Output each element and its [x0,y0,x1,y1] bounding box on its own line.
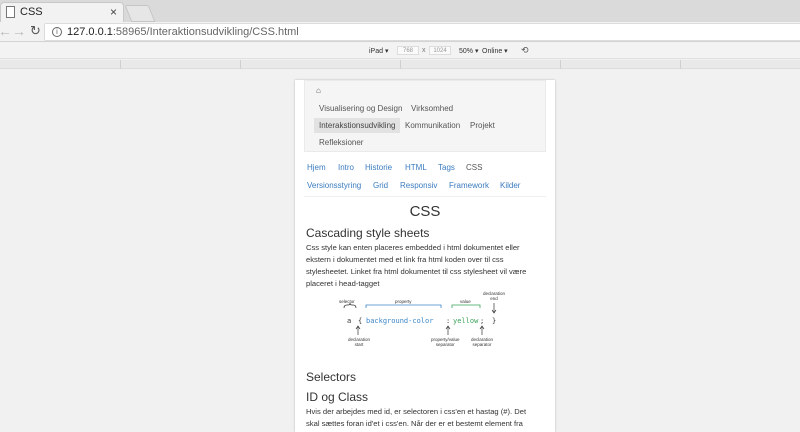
heading-id-class: ID og Class [306,390,369,404]
nav-item-visualisering[interactable]: Visualisering og Design [319,104,402,113]
paragraph-id-class: Hvis der arbejdes med id, er selectoren … [306,407,527,428]
forward-arrow-icon[interactable]: → [12,23,26,39]
diagram-lines [343,302,497,335]
code-selector: a [347,317,352,325]
device-viewport: ⌂ Visualisering og Design Virksomhed Int… [295,80,555,432]
sub-nav-grid[interactable]: Grid [373,181,388,190]
code-colon: : [446,317,451,325]
value-label: value [460,299,471,304]
viewport-height-input[interactable]: 1024 [429,46,451,55]
property-label: property [395,299,412,304]
network-throttle-select[interactable]: Online ▾ [482,47,508,55]
address-toolbar: ← → ↻ i 127.0.0.1:58965/Interaktionsudvi… [0,22,800,42]
sub-nav-intro[interactable]: Intro [338,163,354,172]
nav-item-interaktionsudvikling[interactable]: Interakstionsudvikling [314,118,401,133]
device-toolbar: iPad ▾ 768 x 1024 50% ▾ Online ▾ ⟲ [0,43,800,59]
back-arrow-icon[interactable]: ← [0,23,12,39]
declaration-end-label: declaration end [483,291,506,301]
sub-nav-versionsstyring[interactable]: Versionsstyring [307,181,361,190]
sub-nav-tags[interactable]: Tags [438,163,455,172]
browser-tab[interactable]: CSS × [0,2,124,22]
divider [304,196,546,197]
code-open-brace: { [358,317,363,325]
close-tab-icon[interactable]: × [110,5,117,19]
sub-nav-responsiv[interactable]: Responsiv [400,181,437,190]
nav-item-refleksioner[interactable]: Refleksioner [319,138,363,147]
media-query-ruler [0,60,800,69]
paragraph-intro: Css style kan enten placeres embedded i … [306,243,527,288]
nav-item-virksomhed[interactable]: Virksomhed [411,104,453,113]
home-icon[interactable]: ⌂ [316,86,321,95]
info-icon[interactable]: i [52,27,62,37]
tab-strip: CSS × [0,0,800,22]
heading-cascading: Cascading style sheets [306,226,430,240]
declaration-separator-label: declaration separator [471,337,494,347]
tab-title: CSS [20,6,43,18]
css-syntax-diagram: selector property value declaration end … [335,291,515,366]
site-navbar: ⌂ Visualisering og Design Virksomhed Int… [304,80,546,152]
code-semicolon: ; [480,317,485,325]
zoom-select[interactable]: 50% ▾ [459,47,478,55]
rotate-icon[interactable]: ⟲ [521,45,529,56]
page-icon [6,6,15,18]
code-property: background-color [366,317,434,325]
nav-item-kommunikation[interactable]: Kommunikation [405,121,460,130]
sub-nav-css[interactable]: CSS [466,163,482,172]
sub-nav-kilder[interactable]: Kilder [500,181,520,190]
code-close-brace: } [492,317,497,325]
sub-nav-historie[interactable]: Historie [365,163,392,172]
reload-icon[interactable]: ↻ [30,23,41,39]
code-value: yellow [453,317,479,325]
viewport-width-input[interactable]: 768 [397,46,419,55]
sub-nav-framework[interactable]: Framework [449,181,489,190]
selector-label: selector [339,299,355,304]
sub-nav-html[interactable]: HTML [405,163,427,172]
address-bar[interactable]: i 127.0.0.1:58965/Interaktionsudvikling/… [44,23,800,41]
dimension-separator: x [422,47,426,54]
heading-selectors: Selectors [306,370,357,384]
new-tab-button[interactable] [124,5,156,22]
url-text: 127.0.0.1:58965/Interaktionsudvikling/CS… [67,26,299,38]
declaration-start-label: declaration start [348,337,371,347]
device-select[interactable]: iPad ▾ [369,47,388,55]
property-value-separator-label: property/value separator [431,337,460,347]
page-title: CSS [409,203,441,220]
nav-item-projekt[interactable]: Projekt [470,121,495,130]
sub-nav-hjem[interactable]: Hjem [307,163,326,172]
